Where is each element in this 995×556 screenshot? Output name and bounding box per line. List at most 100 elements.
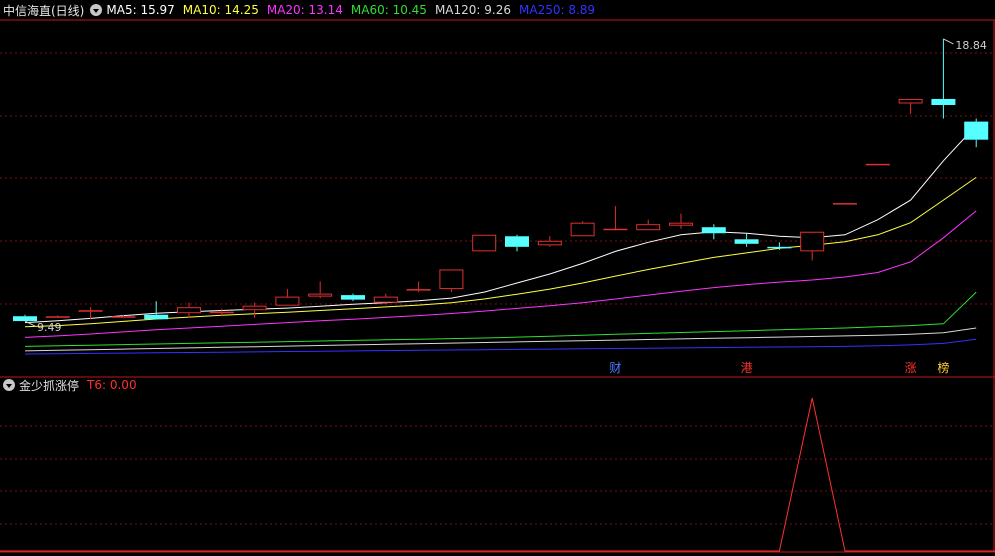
ma-legend-value: 9.26 xyxy=(480,3,511,17)
ma-legend-value: 13.14 xyxy=(304,3,343,17)
ma-legend-value: 15.97 xyxy=(136,3,175,17)
ma-legend-label: MA60: xyxy=(350,3,389,17)
candle-body xyxy=(636,224,661,231)
candle[interactable] xyxy=(144,301,169,320)
candle[interactable] xyxy=(833,203,857,205)
low-price-label: 9.49 xyxy=(37,321,62,334)
main-chart-header: 中信海直(日线) MA5: 15.97 MA10: 14.25 MA20: 13.1… xyxy=(0,0,603,20)
candle[interactable] xyxy=(177,302,201,318)
candle[interactable] xyxy=(373,293,398,305)
ma-legend: MA5: 15.97 MA10: 14.25 MA20: 13.14 MA60: 10… xyxy=(106,3,603,17)
event-marker[interactable]: 榜 xyxy=(937,360,949,375)
ma-legend-ma20: MA20: 13.14 xyxy=(267,3,343,17)
candle-body xyxy=(603,228,628,231)
ma-line-ma250 xyxy=(24,338,977,355)
candle-body xyxy=(767,246,792,249)
t6-value: 0.00 xyxy=(109,378,137,392)
event-marker[interactable]: 港 xyxy=(741,361,753,375)
candlestick-series xyxy=(13,38,989,322)
candle-body xyxy=(111,316,136,318)
candle-body xyxy=(177,307,201,314)
stock-title: 中信海直(日线) xyxy=(3,3,85,18)
event-markers: 财港涨榜 xyxy=(609,360,949,375)
ma-legend-value: 14.25 xyxy=(220,3,259,17)
price-labels: 18.84 9.49 xyxy=(24,38,987,334)
candle-body xyxy=(78,310,103,312)
indicator-subpanel xyxy=(0,397,995,552)
candle[interactable] xyxy=(701,224,726,240)
candle[interactable] xyxy=(13,314,37,322)
candle[interactable] xyxy=(603,206,628,231)
candle[interactable] xyxy=(341,293,365,302)
candle-body xyxy=(472,234,497,252)
event-marker[interactable]: 涨 xyxy=(905,360,917,375)
candle[interactable] xyxy=(242,302,267,318)
candle[interactable] xyxy=(865,163,890,166)
ma-legend-value: 10.45 xyxy=(388,3,427,17)
candle-body xyxy=(242,305,267,311)
candle-body xyxy=(701,227,726,234)
candle-body xyxy=(800,231,825,252)
candle[interactable] xyxy=(439,269,464,293)
candle-body xyxy=(734,239,759,244)
ma-legend-ma120: MA120: 9.26 xyxy=(435,3,511,17)
ma-legend-ma5: MA5: 15.97 xyxy=(106,3,174,17)
candle[interactable] xyxy=(800,231,825,261)
candle-body xyxy=(308,293,333,297)
chevron-down-icon[interactable] xyxy=(90,4,103,16)
candle[interactable] xyxy=(767,242,792,250)
candle-body xyxy=(406,289,431,291)
candle-body xyxy=(964,121,989,140)
moving-average-lines xyxy=(24,125,977,355)
candle-body xyxy=(865,163,890,166)
candle[interactable] xyxy=(406,281,431,293)
ma-legend-label: MA10: xyxy=(182,3,221,17)
candle[interactable] xyxy=(931,38,956,119)
candle[interactable] xyxy=(669,213,693,229)
candle[interactable] xyxy=(275,289,300,306)
t6-indicator: T6: 0.00 xyxy=(87,378,137,392)
candle[interactable] xyxy=(964,118,989,148)
subpanel-header: 金少抓涨停 T6: 0.00 xyxy=(0,377,137,393)
candle[interactable] xyxy=(537,236,562,247)
ma-line-ma120 xyxy=(24,327,977,352)
t6-label: T6: xyxy=(87,378,107,392)
candle-body xyxy=(669,222,693,226)
ma-legend-label: MA5: xyxy=(106,3,137,17)
candle[interactable] xyxy=(45,315,70,318)
chart-grid xyxy=(0,19,995,553)
high-price-pointer xyxy=(943,38,954,45)
ma-line-ma5 xyxy=(24,125,977,324)
ma-legend-label: MA20: xyxy=(266,3,305,17)
candle-body xyxy=(505,236,529,247)
candle[interactable] xyxy=(472,234,497,252)
event-marker[interactable]: 财 xyxy=(609,361,621,375)
candle[interactable] xyxy=(570,221,595,237)
candle[interactable] xyxy=(636,219,661,231)
candle[interactable] xyxy=(505,234,529,252)
candle-body xyxy=(209,311,234,314)
candle-body xyxy=(373,296,398,303)
t6-line xyxy=(0,397,995,552)
ma-legend-ma10: MA10: 14.25 xyxy=(183,3,259,17)
ma-legend-value: 8.89 xyxy=(564,3,596,17)
candle-body xyxy=(570,222,595,237)
candle-body xyxy=(341,295,365,300)
candle[interactable] xyxy=(308,281,333,299)
candle-body xyxy=(45,316,70,318)
candle-body xyxy=(898,98,923,104)
candle-body xyxy=(833,203,857,205)
chevron-down-icon[interactable] xyxy=(3,379,15,391)
ma-legend-label: MA120: xyxy=(434,3,481,17)
high-price-label: 18.84 xyxy=(955,39,987,52)
candle[interactable] xyxy=(898,98,923,115)
candle[interactable] xyxy=(734,233,759,247)
kline-chart[interactable]: 18.84 9.49 财 港 涨 榜 xyxy=(0,0,995,556)
candle-body xyxy=(537,240,562,246)
ma-legend-ma250: MA250: 8.89 xyxy=(519,3,595,17)
ma-legend-label: MA250: xyxy=(519,3,565,17)
candle-body xyxy=(13,316,37,322)
candle-body xyxy=(931,98,956,105)
candle-body xyxy=(275,296,300,306)
candle-body xyxy=(144,314,169,320)
